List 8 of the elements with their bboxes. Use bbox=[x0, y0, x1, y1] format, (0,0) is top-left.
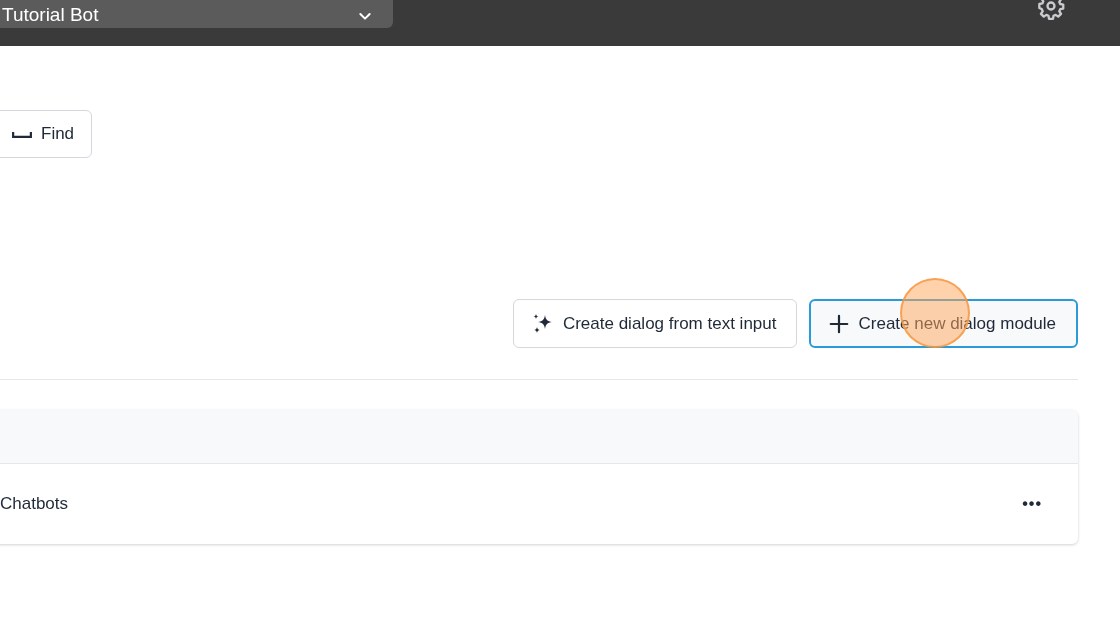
table-cell-text: Chatbots bbox=[0, 493, 69, 516]
settings-icon[interactable] bbox=[1037, 0, 1065, 20]
plus-icon bbox=[828, 312, 851, 335]
action-button[interactable]: Create dialog from text input bbox=[512, 299, 798, 348]
bot-selector[interactable]: Tutorial Bot bbox=[0, 0, 393, 28]
find-button[interactable]: Find bbox=[0, 110, 93, 158]
space-key-icon bbox=[11, 130, 33, 138]
more-menu-button[interactable]: ••• bbox=[1022, 492, 1042, 516]
